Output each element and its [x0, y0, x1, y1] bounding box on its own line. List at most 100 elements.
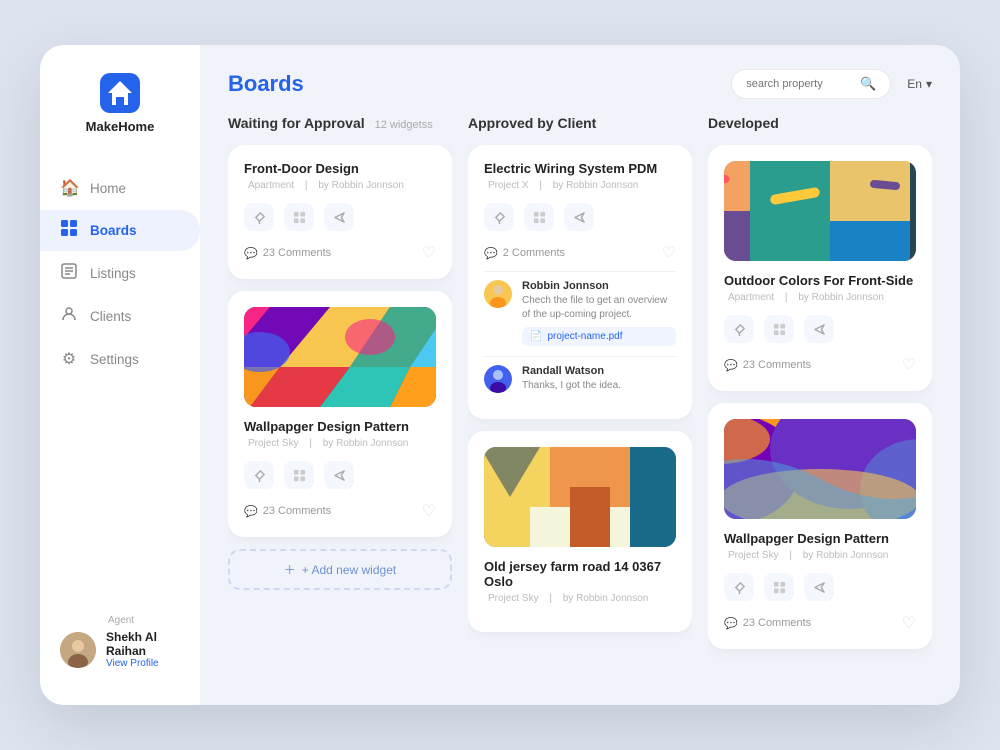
- chat-content-2: Randall Watson Thanks, I got the idea.: [522, 365, 676, 393]
- card-wallpaper-2-image: [724, 419, 916, 519]
- chat-name-2: Randall Watson: [522, 365, 676, 377]
- send-btn[interactable]: [324, 203, 354, 231]
- boards-icon: [60, 220, 78, 241]
- comment-count-5: 💬 23 Comments: [724, 617, 811, 630]
- sidebar: MakeHome 🏠 Home Boards Listings: [40, 45, 200, 705]
- file-icon: 📄: [530, 331, 542, 342]
- card-front-door-actions: [244, 203, 436, 231]
- sidebar-label-listings: Listings: [90, 266, 136, 281]
- divider-1: [484, 271, 676, 272]
- sidebar-nav: 🏠 Home Boards Listings Clients: [40, 166, 200, 381]
- card-outdoor-actions: [724, 315, 916, 343]
- user-info: Shekh Al Raihan View Profile: [106, 630, 180, 669]
- card-wallpaper-meta: Project Sky | by Robbin Jonnson: [244, 438, 436, 449]
- card-outdoor-meta: Apartment | by Robbin Jonnson: [724, 292, 916, 303]
- comment-icon-3: 💬: [484, 247, 498, 260]
- comment-icon-4: 💬: [724, 359, 738, 372]
- grid-btn-4[interactable]: [764, 315, 794, 343]
- like-btn-3[interactable]: ♡: [662, 243, 676, 263]
- column-waiting-count: 12 widgetss: [375, 119, 433, 131]
- avatar: [60, 632, 96, 668]
- card-wallpaper-2-actions: [724, 573, 916, 601]
- send-btn-2[interactable]: [324, 461, 354, 489]
- clients-icon: [60, 306, 78, 327]
- like-btn-2[interactable]: ♡: [422, 501, 436, 521]
- lang-selector[interactable]: En ▾: [907, 77, 932, 91]
- logo-icon: [100, 73, 140, 113]
- lang-label: En: [907, 77, 922, 91]
- card-wallpaper-2: Wallpapger Design Pattern Project Sky | …: [708, 403, 932, 649]
- add-widget-label: + Add new widget: [302, 563, 396, 577]
- add-widget-button[interactable]: ＋ + Add new widget: [228, 549, 452, 590]
- user-role: Agent: [108, 615, 134, 626]
- column-developed: Developed: [708, 115, 932, 685]
- logo-text: MakeHome: [86, 119, 155, 134]
- send-btn-4[interactable]: [804, 315, 834, 343]
- sidebar-item-clients[interactable]: Clients: [40, 296, 200, 337]
- card-electric-actions: [484, 203, 676, 231]
- header: Boards 🔍 En ▾: [200, 45, 960, 115]
- grid-btn-5[interactable]: [764, 573, 794, 601]
- chat-avatar-2: [484, 365, 512, 393]
- card-electric: Electric Wiring System PDM Project X | b…: [468, 145, 692, 419]
- search-bar[interactable]: 🔍: [731, 69, 891, 99]
- plus-icon: ＋: [284, 561, 296, 578]
- pin-btn-4[interactable]: [724, 315, 754, 343]
- card-wallpaper: Wallpapger Design Pattern Project Sky | …: [228, 291, 452, 537]
- like-btn[interactable]: ♡: [422, 243, 436, 263]
- column-approved-cards: Electric Wiring System PDM Project X | b…: [468, 145, 692, 685]
- sidebar-label-boards: Boards: [90, 223, 137, 238]
- card-front-door-title: Front-Door Design: [244, 161, 436, 176]
- card-outdoor-footer: 💬 23 Comments ♡: [724, 355, 916, 375]
- like-btn-4[interactable]: ♡: [902, 355, 916, 375]
- card-jersey-title: Old jersey farm road 14 0367 Oslo: [484, 559, 676, 589]
- home-icon: 🏠: [60, 178, 78, 198]
- send-btn-5[interactable]: [804, 573, 834, 601]
- user-name: Shekh Al Raihan: [106, 630, 180, 658]
- chat-text-2: Thanks, I got the idea.: [522, 379, 676, 393]
- sidebar-item-boards[interactable]: Boards: [40, 210, 200, 251]
- column-waiting-cards: Front-Door Design Apartment | by Robbin …: [228, 145, 452, 685]
- comment-count: 💬 23 Comments: [244, 247, 331, 260]
- page-title: Boards: [228, 71, 715, 97]
- card-front-door-footer: 💬 23 Comments ♡: [244, 243, 436, 263]
- boards-area: Waiting for Approval 12 widgetss Front-D…: [200, 115, 960, 705]
- view-profile-link[interactable]: View Profile: [106, 658, 180, 669]
- sidebar-label-settings: Settings: [90, 352, 139, 367]
- chat-file-1[interactable]: 📄 project-name.pdf: [522, 327, 676, 346]
- chat-msg-2: Randall Watson Thanks, I got the idea.: [484, 365, 676, 393]
- column-approved-title: Approved by Client: [468, 115, 596, 131]
- chat-text-1: Chech the file to get an overview of the…: [522, 294, 676, 322]
- main-content: Boards 🔍 En ▾ Waiting for Approval 12 wi…: [200, 45, 960, 705]
- comment-icon-5: 💬: [724, 617, 738, 630]
- send-btn-3[interactable]: [564, 203, 594, 231]
- comment-count-2: 💬 23 Comments: [244, 505, 331, 518]
- pin-btn-5[interactable]: [724, 573, 754, 601]
- search-input[interactable]: [746, 78, 852, 90]
- card-electric-footer: 💬 2 Comments ♡: [484, 243, 676, 263]
- like-btn-5[interactable]: ♡: [902, 613, 916, 633]
- card-wallpaper-2-footer: 💬 23 Comments ♡: [724, 613, 916, 633]
- sidebar-item-listings[interactable]: Listings: [40, 253, 200, 294]
- card-jersey-image: [484, 447, 676, 547]
- pin-btn-2[interactable]: [244, 461, 274, 489]
- settings-icon: ⚙: [60, 349, 78, 369]
- grid-btn-3[interactable]: [524, 203, 554, 231]
- search-icon: 🔍: [860, 76, 876, 92]
- sidebar-item-settings[interactable]: ⚙ Settings: [40, 339, 200, 379]
- card-outdoor-title: Outdoor Colors For Front-Side: [724, 273, 916, 288]
- column-waiting-header: Waiting for Approval 12 widgetss: [228, 115, 452, 131]
- sidebar-item-home[interactable]: 🏠 Home: [40, 168, 200, 208]
- card-front-door-meta: Apartment | by Robbin Jonnson: [244, 180, 436, 191]
- logo: MakeHome: [40, 73, 200, 134]
- divider-2: [484, 356, 676, 357]
- user-section: Agent Shekh Al Raihan View Profile: [40, 599, 200, 685]
- pin-btn[interactable]: [244, 203, 274, 231]
- card-electric-meta: Project X | by Robbin Jonnson: [484, 180, 676, 191]
- user-row: Shekh Al Raihan View Profile: [60, 630, 180, 669]
- column-developed-cards: Outdoor Colors For Front-Side Apartment …: [708, 145, 932, 685]
- grid-btn[interactable]: [284, 203, 314, 231]
- grid-btn-2[interactable]: [284, 461, 314, 489]
- pin-btn-3[interactable]: [484, 203, 514, 231]
- card-wallpaper-footer: 💬 23 Comments ♡: [244, 501, 436, 521]
